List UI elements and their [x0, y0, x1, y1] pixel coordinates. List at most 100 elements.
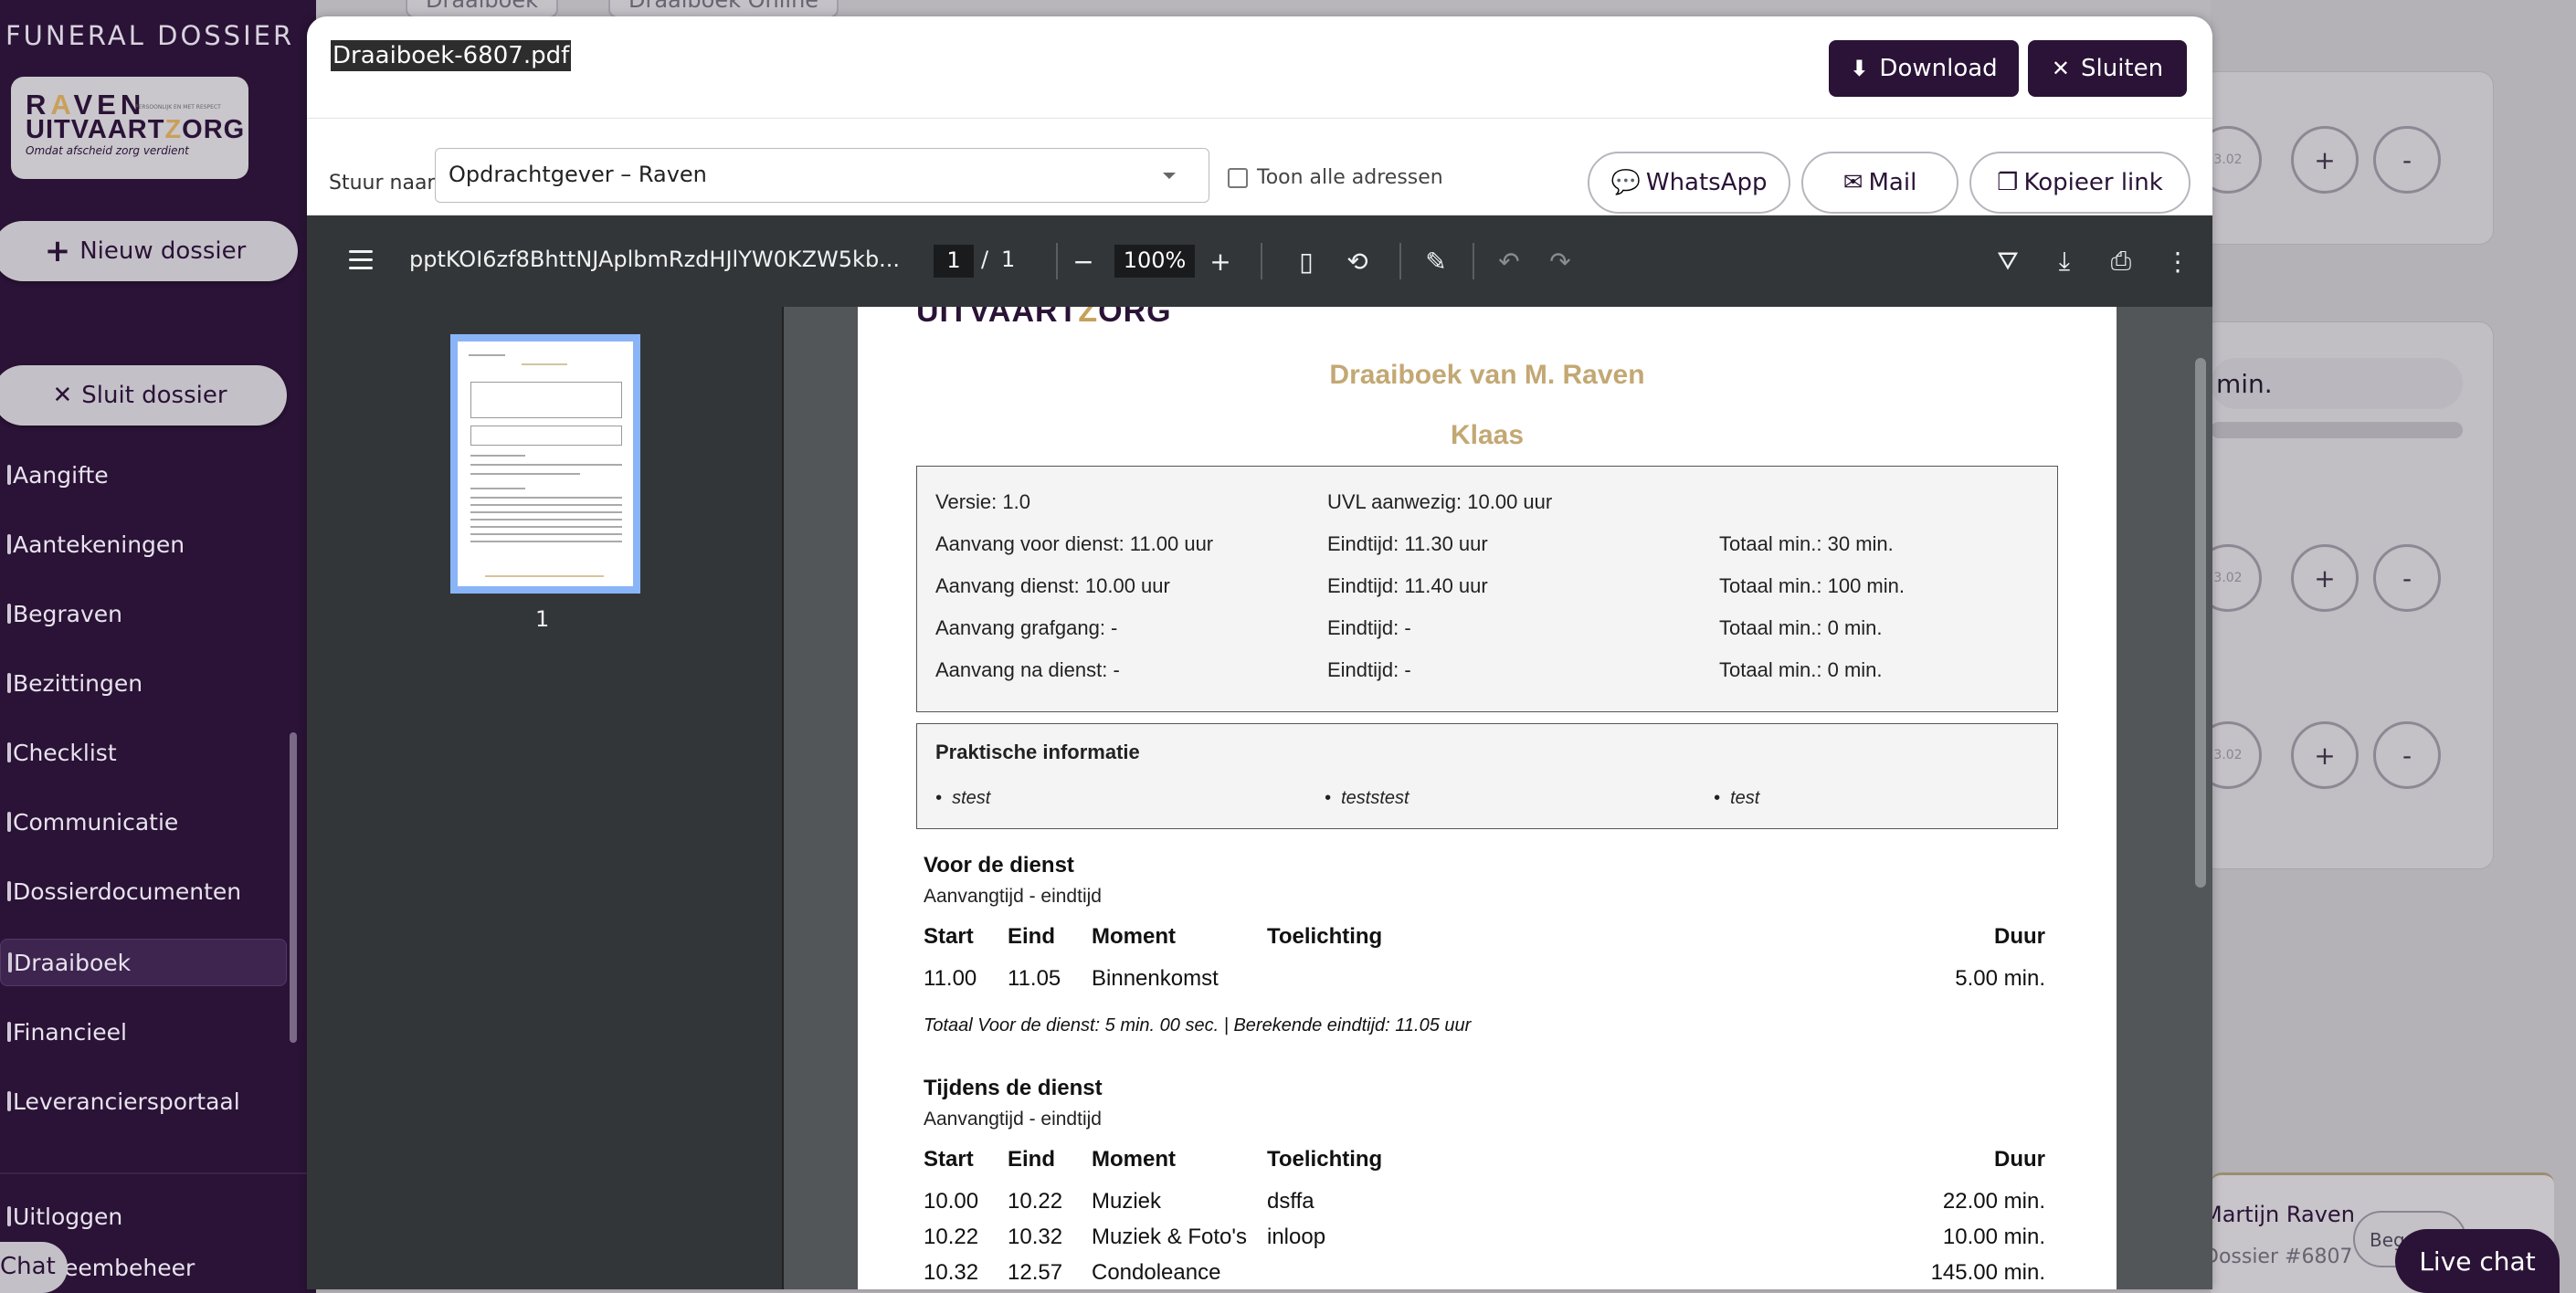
pdf-page: UITVAARTZORG Draaiboek van M. Raven Klaa…	[858, 307, 2117, 1289]
send-to-label: Stuur naar	[329, 172, 436, 194]
bg-minus-button-3[interactable]: -	[2373, 721, 2441, 789]
plus-icon: +	[44, 233, 71, 269]
total-pages: 1	[1001, 247, 1016, 272]
copy-icon: ❐	[1997, 169, 2019, 196]
download-icon: ⬇	[1850, 56, 1869, 81]
zoom-in-icon[interactable]: +	[1202, 243, 1239, 279]
thumbnail-page-label: 1	[535, 606, 550, 632]
sidebar: FUNERAL DOSSIER RAVEN UITVAARTZORG Omdat…	[0, 0, 316, 1293]
modal-header: Draaiboek-6807.pdf ⬇ Download ✕ Sluiten	[307, 16, 2212, 119]
save-to-drive-icon[interactable]: ⛛	[1990, 243, 2026, 279]
mail-icon: ✉	[1842, 169, 1863, 196]
bg-minus-button-2[interactable]: -	[2373, 544, 2441, 612]
sidebar-divider	[0, 1172, 316, 1174]
close-icon: ✕	[52, 382, 73, 409]
pdf-document-name: pptKOI6zf8BhttNJAplbmRzdHJlYW0KZW5kb...	[409, 247, 901, 272]
bg-user-name: Martijn Raven	[2203, 1202, 2355, 1227]
more-icon[interactable]: ⋮	[2159, 243, 2196, 279]
rotate-icon[interactable]: ⟲	[1339, 243, 1376, 279]
draaiboek-icon	[8, 952, 12, 972]
pdf-title: Draaiboek van M. Raven	[1329, 360, 1645, 390]
page-number-input[interactable]: 1	[934, 245, 974, 278]
share-bar: Stuur naar Opdrachtgever – Raven Toon al…	[307, 119, 2212, 216]
mail-button[interactable]: ✉ Mail	[1801, 152, 1958, 214]
section-subtitle: Aanvangtijd - eindtijd	[924, 1109, 1102, 1130]
zoom-input[interactable]: 100%	[1114, 245, 1195, 278]
list-item: • teststest	[1325, 788, 1409, 808]
bg-plus-button-2[interactable]: +	[2291, 544, 2359, 612]
aangifte-icon	[7, 465, 11, 485]
begraven-icon	[7, 604, 11, 624]
section-title: Tijdens de dienst	[924, 1076, 1103, 1100]
list-item: • test	[1714, 788, 1760, 808]
thumbnail-sidebar: 1	[307, 307, 784, 1289]
undo-icon[interactable]: ↶	[1491, 243, 1527, 279]
bg-plus-button[interactable]: +	[2291, 126, 2359, 194]
sidebar-item-leveranciersportaal[interactable]: Leveranciersportaal	[0, 1078, 287, 1125]
close-icon: ✕	[2051, 56, 2070, 81]
sidebar-item-financieel[interactable]: Financieel	[0, 1008, 287, 1056]
new-dossier-button[interactable]: + Nieuw dossier	[0, 221, 298, 281]
info-box: Versie: 1.0 UVL aanwezig: 10.00 uur Aanv…	[916, 466, 2058, 712]
documents-icon	[7, 881, 11, 901]
bg-progress	[2211, 422, 2463, 438]
sidebar-item-bezittingen[interactable]: Bezittingen	[0, 659, 287, 707]
section-title: Voor de dienst	[924, 853, 1074, 878]
financieel-icon	[7, 1022, 11, 1042]
copy-link-button[interactable]: ❐ Kopieer link	[1969, 152, 2191, 214]
pdf-toolbar: pptKOI6zf8BhttNJAplbmRzdHJlYW0KZW5kb... …	[307, 216, 2212, 307]
practical-info-box: Praktische informatie • stest • teststes…	[916, 723, 2058, 829]
pdf-modal: Draaiboek-6807.pdf ⬇ Download ✕ Sluiten …	[307, 16, 2212, 1289]
chat-button[interactable]: Chat	[0, 1242, 68, 1293]
bg-minus-button[interactable]: -	[2373, 126, 2441, 194]
download-icon[interactable]: ⤓	[2046, 243, 2083, 279]
logout-link[interactable]: Uitloggen	[0, 1193, 287, 1240]
sidebar-item-checklist[interactable]: Checklist	[0, 729, 287, 776]
close-button[interactable]: ✕ Sluiten	[2028, 40, 2187, 97]
bg-tab-draaiboek-online[interactable]: Draaiboek Online	[608, 0, 839, 18]
brand-title: FUNERAL DOSSIER	[5, 20, 295, 51]
pdf-page-area[interactable]: UITVAARTZORG Draaiboek van M. Raven Klaa…	[784, 307, 2212, 1289]
sidebar-item-communicatie[interactable]: Communicatie	[0, 798, 287, 846]
bg-tab-draaiboek[interactable]: Draaiboek	[406, 0, 559, 18]
supplier-icon	[7, 1091, 11, 1111]
sidebar-scrollbar[interactable]	[290, 732, 297, 1043]
download-button[interactable]: ⬇ Download	[1829, 40, 2019, 97]
sidebar-item-aangifte[interactable]: Aangifte	[0, 451, 287, 499]
bg-plus-button-3[interactable]: +	[2291, 721, 2359, 789]
sidebar-item-dossierdocumenten[interactable]: Dossierdocumenten	[0, 867, 287, 915]
show-all-checkbox[interactable]	[1228, 168, 1248, 188]
company-logo: RAVEN UITVAARTZORG Omdat afscheid zorg v…	[11, 77, 248, 179]
bezittingen-icon	[7, 673, 11, 693]
show-all-label: Toon alle adressen	[1257, 166, 1443, 189]
whatsapp-icon: 💬	[1610, 169, 1641, 196]
zoom-out-icon[interactable]: −	[1065, 243, 1102, 279]
live-chat-button[interactable]: Live chat	[2395, 1229, 2560, 1293]
pdf-scrollbar[interactable]	[2195, 358, 2206, 888]
menu-icon[interactable]	[349, 250, 373, 270]
redo-icon[interactable]: ↷	[1542, 243, 1578, 279]
fit-page-icon[interactable]: ▯	[1288, 243, 1325, 279]
list-item: • stest	[935, 788, 991, 808]
checklist-icon	[7, 742, 11, 762]
sidebar-item-draaiboek[interactable]: Draaiboek	[0, 939, 287, 986]
pdf-logo: UITVAARTZORG	[916, 307, 1172, 329]
draw-icon[interactable]: ✎	[1418, 243, 1454, 279]
whatsapp-button[interactable]: 💬 WhatsApp	[1588, 152, 1790, 214]
pdf-subtitle: Klaas	[1450, 420, 1525, 450]
print-icon[interactable]: ⎙	[2103, 243, 2139, 279]
notes-icon	[7, 534, 11, 554]
close-dossier-button[interactable]: ✕ Sluit dossier	[0, 365, 287, 426]
page-thumbnail[interactable]	[450, 334, 640, 594]
section-total: Totaal Voor de dienst: 5 min. 00 sec. | …	[924, 1015, 1472, 1035]
pdf-viewer: pptKOI6zf8BhttNJAplbmRzdHJlYW0KZW5kb... …	[307, 216, 2212, 1289]
bg-min-label: min.	[2211, 358, 2463, 409]
modal-filename: Draaiboek-6807.pdf	[331, 40, 572, 71]
logout-icon	[7, 1206, 11, 1226]
recipient-select[interactable]: Opdrachtgever – Raven	[435, 148, 1209, 203]
communicatie-icon	[7, 812, 11, 832]
section-subtitle: Aanvangtijd - eindtijd	[924, 886, 1102, 907]
sidebar-item-begraven[interactable]: Begraven	[0, 590, 287, 637]
sidebar-item-aantekeningen[interactable]: Aantekeningen	[0, 520, 287, 568]
bg-dossier-number: Dossier #6807	[2203, 1246, 2353, 1268]
